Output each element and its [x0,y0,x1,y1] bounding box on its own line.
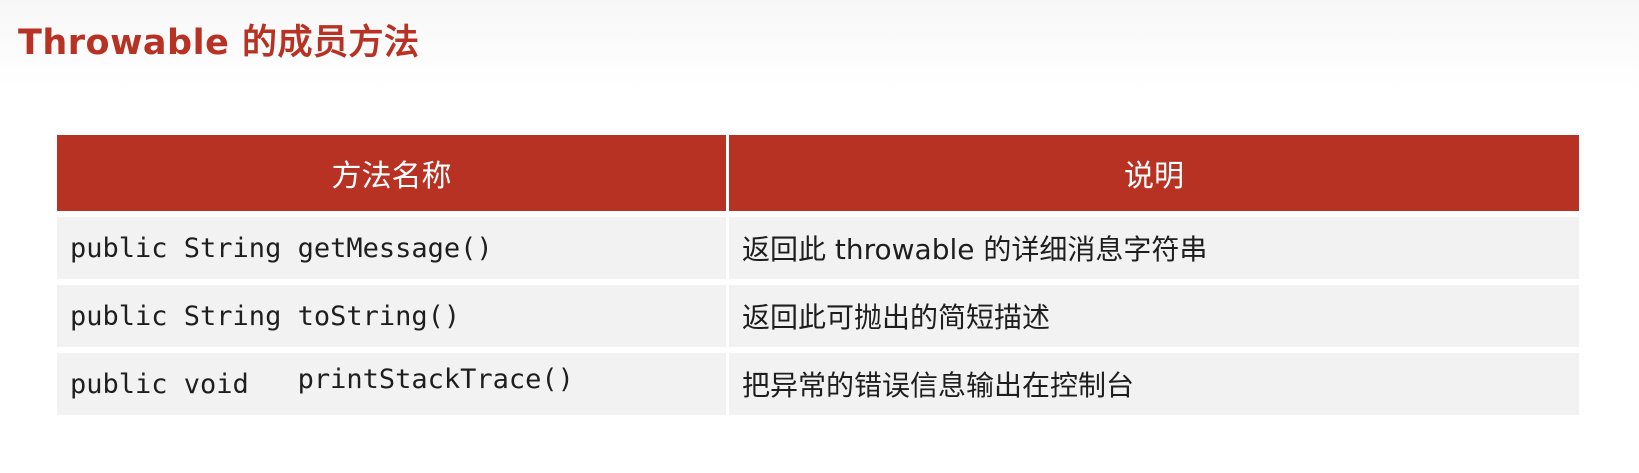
table-header: 方法名称 说明 [57,135,1579,211]
method-name: getMessage() [297,232,493,264]
header-description: 说明 [729,135,1579,211]
slide-title: Throwable 的成员方法 [18,23,420,63]
table-row: public String toString() 返回此可抛出的简短描述 [57,285,1579,347]
method-name: printStackTrace() [297,363,574,395]
method-signature: public String getMessage() [57,217,729,279]
table-row: public void printStackTrace() 把异常的错误信息输出… [57,353,1579,415]
method-modifiers: public String [70,300,298,332]
method-signature: public String toString() [57,285,729,347]
method-modifiers: public void [70,368,298,400]
table-row: public String getMessage() 返回此 throwable… [57,217,1579,279]
header-method-name: 方法名称 [57,135,729,211]
method-signature: public void printStackTrace() [57,353,729,415]
table-body: public String getMessage() 返回此 throwable… [57,217,1579,415]
method-description: 把异常的错误信息输出在控制台 [729,353,1579,415]
method-description: 返回此 throwable 的详细消息字符串 [729,217,1579,279]
method-modifiers: public String [70,232,298,264]
method-name: toString() [297,300,461,332]
header-row: 方法名称 说明 [57,135,1579,211]
method-description: 返回此可抛出的简短描述 [729,285,1579,347]
methods-table: 方法名称 说明 public String getMessage() 返回此 t… [57,129,1579,421]
